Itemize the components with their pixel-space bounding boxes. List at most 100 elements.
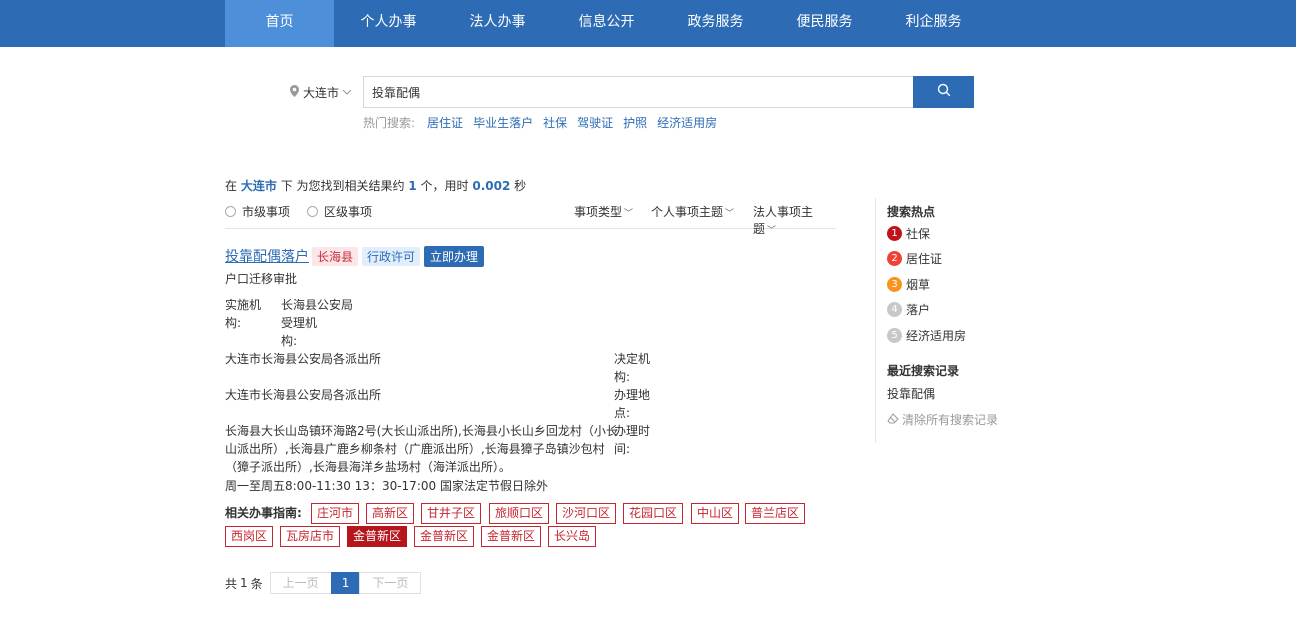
radio-district-level[interactable]: 区级事项 [307, 203, 372, 220]
area-gaoxin[interactable]: 高新区 [366, 503, 415, 524]
chevron-down-icon: ﹀ [767, 226, 777, 236]
nav-personal[interactable]: 个人办事 [334, 0, 443, 47]
nav-gov-service[interactable]: 政务服务 [661, 0, 770, 47]
summary-city: 大连市 [240, 179, 277, 193]
clear-history-link[interactable]: 清除所有搜索记录 [887, 411, 998, 428]
nav-info[interactable]: 信息公开 [552, 0, 661, 47]
hot-link-graduate[interactable]: 毕业生落户 [473, 114, 533, 131]
filter-bar: 市级事项 区级事项 事项类型 ﹀ 个人事项主题 ﹀ 法人事项主题 ﹀ [225, 203, 836, 236]
hot-item-4[interactable]: 4 落户 [887, 301, 930, 318]
impl-label-2: 构: [225, 316, 242, 330]
place-line-1: 长海县大长山岛镇环海路2号(大长山派出所),长海县小长山乡回龙村（小长 [225, 424, 618, 438]
impl-value: 长海县公安局 [281, 298, 354, 312]
type-tag: 行政许可 [362, 246, 421, 266]
search-icon [937, 83, 951, 101]
area-zhuanghe[interactable]: 庄河市 [311, 503, 360, 524]
city-label: 大连市 [303, 85, 340, 100]
main-nav: 首页 个人办事 法人办事 信息公开 政务服务 便民服务 利企服务 [225, 0, 988, 47]
hot-search-label: 热门搜索: [363, 116, 416, 130]
hot-link-passport[interactable]: 护照 [623, 114, 647, 131]
recent-title: 最近搜索记录 [887, 364, 960, 378]
hot-link-driver-license[interactable]: 驾驶证 [577, 114, 613, 131]
filter-item-type[interactable]: 事项类型 ﹀ [574, 203, 633, 220]
radio-circle [307, 206, 318, 217]
apply-now-button[interactable]: 立即办理 [424, 245, 485, 267]
hot-link-residence[interactable]: 居住证 [427, 114, 463, 131]
hot-link-housing[interactable]: 经济适用房 [657, 114, 717, 131]
area-pulandian[interactable]: 普兰店区 [745, 503, 806, 524]
rank-badge: 2 [887, 251, 902, 266]
area-ganjingzi[interactable]: 甘井子区 [421, 503, 482, 524]
chevron-down-icon: ﹀ [725, 209, 735, 219]
prev-page-button[interactable]: 上一页 [269, 572, 332, 594]
impl-label-1: 实施机 [225, 298, 262, 312]
nav-public-service[interactable]: 便民服务 [770, 0, 879, 47]
chevron-down-icon [342, 87, 352, 98]
result-subtitle: 户口迁移审批 [225, 272, 298, 286]
pager-total: 1 [240, 576, 248, 590]
result-title-row: 投靠配偶落户 长海县 行政许可 立即办理 [225, 245, 845, 267]
hot-title: 搜索热点 [887, 205, 936, 219]
area-zhongshan[interactable]: 中山区 [691, 503, 740, 524]
accept-value: 大连市长海县公安局各派出所 [225, 352, 382, 366]
eraser-icon [887, 412, 899, 427]
hot-item-2[interactable]: 2 居住证 [887, 250, 942, 267]
result-title-link[interactable]: 投靠配偶落户 [225, 246, 309, 266]
search-button[interactable] [913, 76, 974, 108]
recent-item[interactable]: 投靠配偶 [887, 385, 935, 402]
nav-home[interactable]: 首页 [225, 0, 334, 47]
pagination: 共 1 条 上一页 1 下一页 [225, 572, 422, 594]
filter-legal-topic[interactable]: 法人事项主题 ﹀ [753, 203, 836, 237]
result-summary: 在 大连市 下 为您找到相关结果约 1 个，用时 0.002 秒 [225, 179, 527, 193]
rank-badge: 5 [887, 328, 902, 343]
area-jinpu-2[interactable]: 金普新区 [414, 526, 475, 547]
area-huayuankou[interactable]: 花园口区 [623, 503, 684, 524]
area-jinpu-selected[interactable]: 金普新区 [347, 526, 408, 547]
radio-city-level[interactable]: 市级事项 [225, 203, 290, 220]
summary-count: 1 [408, 179, 417, 193]
time-value: 周一至周五8:00-11:30 13：30-17:00 国家法定节假日除外 [225, 479, 548, 493]
city-selector[interactable]: 大连市 [290, 76, 363, 108]
hot-link-social-security[interactable]: 社保 [543, 114, 567, 131]
area-xigang[interactable]: 西岗区 [225, 526, 274, 547]
hot-item-1[interactable]: 1 社保 [887, 225, 930, 242]
summary-time: 0.002 [472, 179, 511, 193]
search-bar: 大连市 [290, 76, 974, 108]
area-tag: 长海县 [312, 246, 359, 266]
area-jinpu-3[interactable]: 金普新区 [481, 526, 542, 547]
area-changxingdao[interactable]: 长兴岛 [548, 526, 597, 547]
hot-item-3[interactable]: 3 烟草 [887, 276, 930, 293]
rank-badge: 4 [887, 302, 902, 317]
place-line-3: （獐子派出所）,长海县海洋乡盐场村（海洋派出所）。 [225, 460, 511, 474]
guide-label: 相关办事指南: [225, 506, 302, 520]
search-input[interactable] [363, 76, 913, 108]
rank-badge: 1 [887, 226, 902, 241]
time-label-1: 办理时 [614, 424, 651, 438]
sidebar: 搜索热点 1 社保 2 居住证 3 烟草 4 落户 5 经济适用房 最近搜索记录… [875, 198, 1035, 443]
decide-value: 大连市长海县公安局各派出所 [225, 388, 382, 402]
area-wafangdian[interactable]: 瓦房店市 [280, 526, 341, 547]
nav-business-service[interactable]: 利企服务 [879, 0, 988, 47]
nav-right-gap [1296, 0, 1301, 47]
area-lvshunkou[interactable]: 旅顺口区 [489, 503, 550, 524]
place-line-2: 山派出所）,长海县广鹿乡柳条村（广鹿派出所）,长海县獐子岛镇沙包村 [225, 442, 605, 456]
page-1-button[interactable]: 1 [330, 572, 361, 594]
pager-total-post: 条 [250, 576, 263, 591]
radio-circle [225, 206, 236, 217]
area-shahekou[interactable]: 沙河口区 [556, 503, 617, 524]
nav-legal[interactable]: 法人办事 [443, 0, 552, 47]
next-page-button[interactable]: 下一页 [359, 572, 422, 594]
filter-personal-topic[interactable]: 个人事项主题 ﹀ [651, 203, 734, 220]
top-nav-bar: 首页 个人办事 法人办事 信息公开 政务服务 便民服务 利企服务 [0, 0, 1301, 47]
time-label-2: 间: [614, 442, 631, 456]
decide-label-2: 构: [614, 370, 631, 384]
accept-label-2: 构: [281, 334, 298, 348]
rank-badge: 3 [887, 277, 902, 292]
hot-searches: 热门搜索: 居住证 毕业生落户 社保 驾驶证 护照 经济适用房 [363, 114, 727, 131]
chevron-down-icon: ﹀ [624, 209, 634, 219]
decide-label-1: 决定机 [614, 352, 651, 366]
hot-item-5[interactable]: 5 经济适用房 [887, 327, 966, 344]
result-item: 投靠配偶落户 长海县 行政许可 立即办理 [225, 245, 845, 267]
accept-label-1: 受理机 [281, 316, 318, 330]
place-label-1: 办理地 [614, 388, 651, 402]
